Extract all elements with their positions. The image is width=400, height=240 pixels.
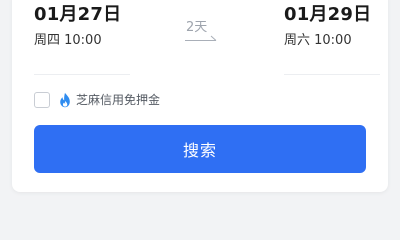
pickup-date-selector[interactable]: 01月27日 周四 10:00 bbox=[34, 4, 130, 49]
return-divider bbox=[284, 74, 380, 75]
deposit-free-label: 芝麻信用免押金 bbox=[76, 93, 161, 107]
pickup-day-time: 周四 10:00 bbox=[34, 33, 102, 48]
return-day-time: 周六 10:00 bbox=[284, 33, 352, 48]
return-date-selector[interactable]: 01月29日 周六 10:00 bbox=[284, 4, 380, 49]
pickup-date: 01月27日 bbox=[34, 4, 122, 25]
deposit-free-checkbox[interactable] bbox=[34, 92, 50, 108]
search-button[interactable]: 搜索 bbox=[34, 125, 366, 173]
rental-search-card: 01月27日 周四 10:00 2天 01月29日 周六 10:00 芝麻信用免… bbox=[12, 0, 388, 192]
deposit-free-option[interactable]: 芝麻信用免押金 bbox=[34, 90, 160, 110]
return-date: 01月29日 bbox=[284, 4, 372, 25]
arrow-right-icon bbox=[185, 35, 217, 41]
rental-duration: 2天 bbox=[184, 20, 228, 50]
pickup-divider bbox=[34, 74, 130, 75]
flame-icon bbox=[60, 92, 70, 108]
